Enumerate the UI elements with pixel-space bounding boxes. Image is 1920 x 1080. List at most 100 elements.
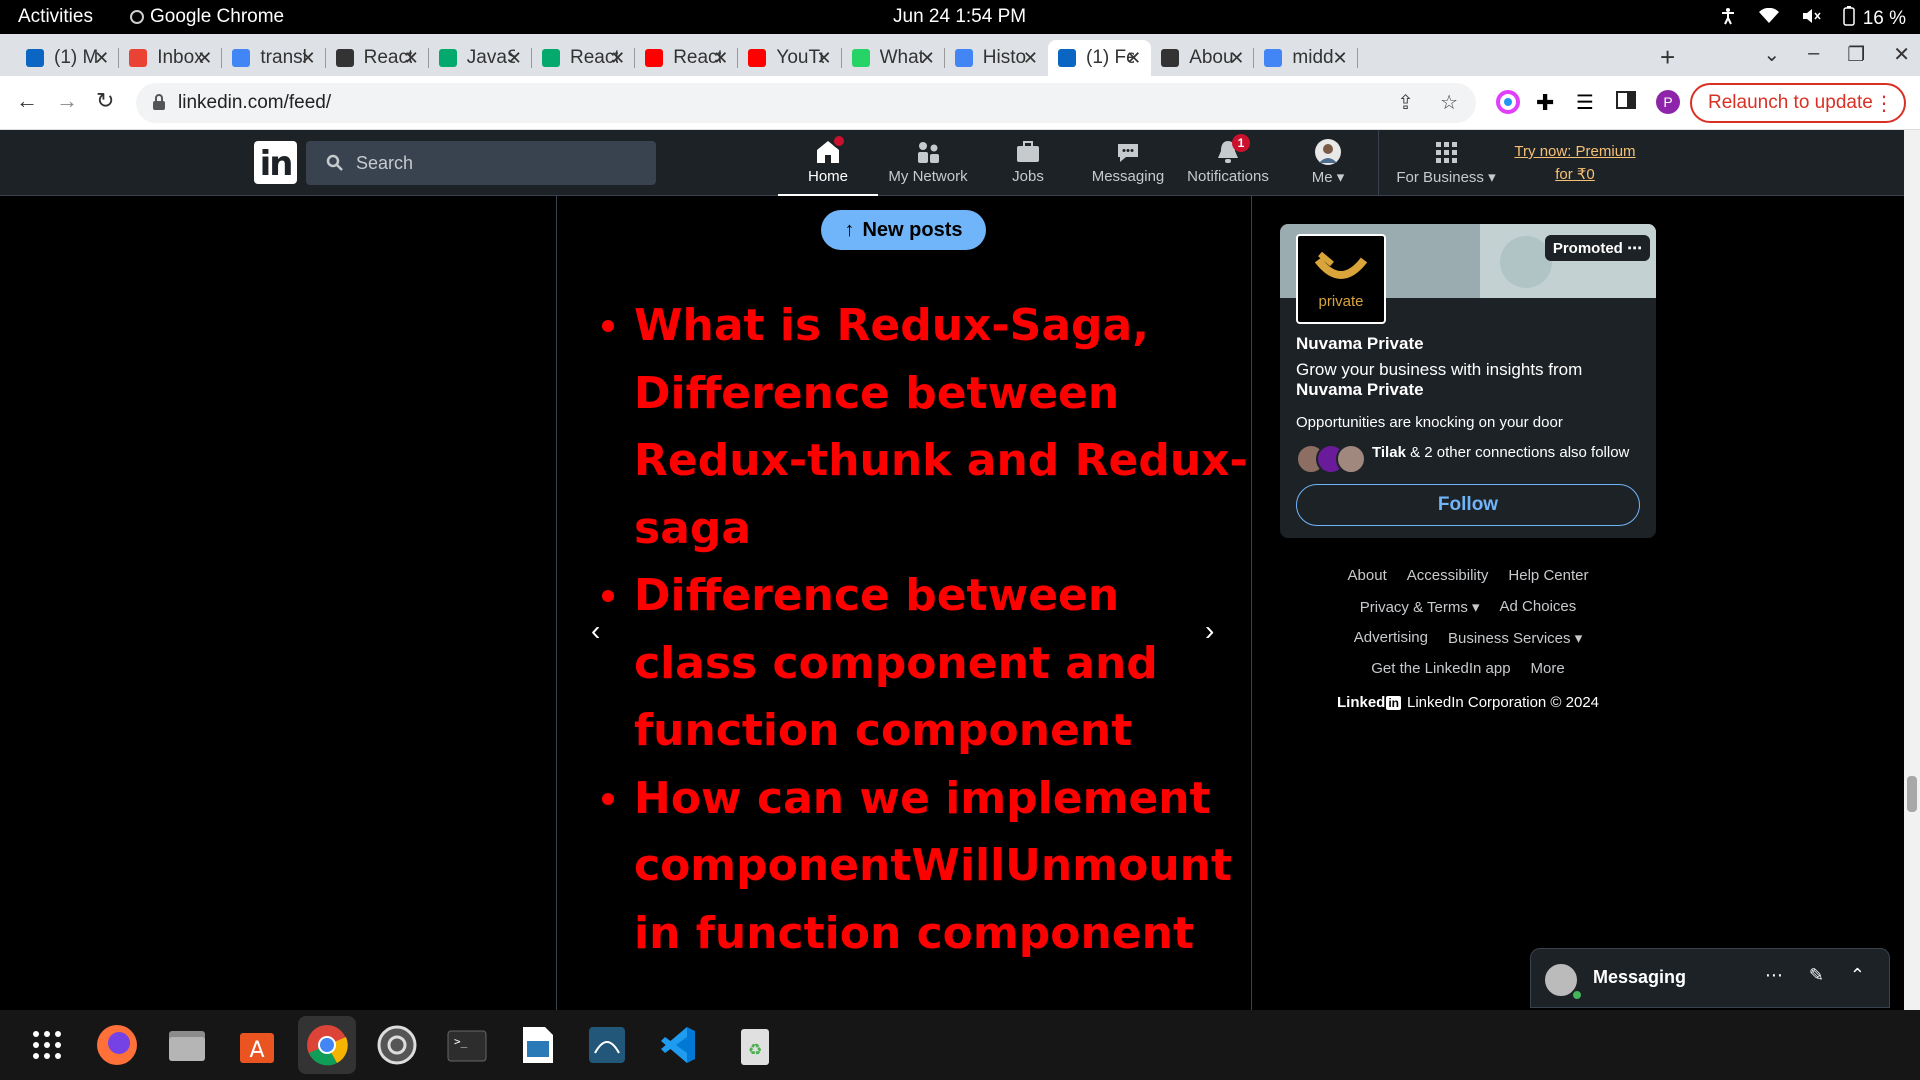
linkedin-logo[interactable]: in (254, 141, 297, 184)
page-scrollbar[interactable] (1904, 130, 1920, 1010)
clock[interactable]: Jun 24 1:54 PM (893, 6, 1026, 28)
footer-link-ad-choices[interactable]: Ad Choices (1500, 598, 1577, 615)
restore-button[interactable]: ❐ (1847, 42, 1865, 67)
tab-w3schools[interactable]: React ✕ (532, 40, 636, 76)
nav-for-business[interactable]: For Business ▾ (1386, 130, 1506, 196)
nav-messaging[interactable]: Messaging (1078, 130, 1178, 196)
files-icon[interactable] (158, 1016, 216, 1074)
footer-link-accessibility[interactable]: Accessibility (1407, 567, 1489, 584)
back-icon[interactable]: ← (16, 88, 38, 114)
tab-close-icon[interactable]: ✕ (1229, 48, 1244, 69)
tab-history[interactable]: Histo ✕ (945, 40, 1048, 76)
tab-close-icon[interactable]: ✕ (713, 48, 728, 69)
tab-close-icon[interactable]: ✕ (816, 48, 831, 69)
minimize-button[interactable]: – (1808, 42, 1819, 67)
ad-company-name[interactable]: Nuvama Private (1296, 334, 1424, 354)
browser-toolbar: ← → ↻ linkedin.com/feed/ ⇪ ☆ ✚ ☰ P Relau… (0, 76, 1920, 130)
compose-icon[interactable]: ✎ (1809, 965, 1824, 986)
activities-button[interactable]: Activities (18, 6, 93, 28)
address-bar[interactable]: linkedin.com/feed/ ⇪ ☆ (136, 83, 1476, 123)
tab-close-icon[interactable]: ✕ (1332, 48, 1347, 69)
tab-openai[interactable]: React ✕ (326, 40, 429, 76)
tab-close-icon[interactable]: ✕ (197, 48, 212, 69)
footer-link-advertising[interactable]: Advertising (1354, 629, 1428, 646)
share-icon[interactable]: ⇪ (1397, 90, 1414, 115)
close-window-button[interactable]: ✕ (1893, 42, 1910, 67)
tab-w3schools[interactable]: JavaS ✕ (429, 40, 532, 76)
search-input[interactable]: Search (306, 141, 656, 185)
tab-close-icon[interactable]: ✕ (507, 48, 522, 69)
tab-close-icon[interactable]: ✕ (610, 48, 625, 69)
tab-youtube[interactable]: React ✕ (635, 40, 739, 76)
chevron-up-icon[interactable]: ⌃ (1850, 965, 1865, 986)
tab-linkedin[interactable]: (1) M ✕ (16, 40, 120, 76)
forward-icon[interactable]: → (56, 88, 78, 114)
tab-close-icon[interactable]: ✕ (1023, 48, 1038, 69)
more-options-icon[interactable]: ⋯ (1627, 240, 1642, 257)
footer-link-privacy-terms[interactable]: Privacy & Terms ▾ (1360, 598, 1480, 616)
tab-close-icon[interactable]: ✕ (300, 48, 315, 69)
lock-icon[interactable] (152, 93, 166, 111)
nav-me[interactable]: Me ▾ (1278, 130, 1378, 196)
volume-muted-icon[interactable] (1801, 8, 1821, 30)
mysql-workbench-icon[interactable] (578, 1016, 636, 1074)
firefox-icon[interactable] (88, 1016, 146, 1074)
chrome-menu-icon[interactable]: ⋮ (1874, 91, 1894, 116)
messaging-overlay[interactable]: Messaging ⋯ ✎ ⌃ (1530, 948, 1890, 1008)
tab-whatsapp[interactable]: What ✕ (842, 40, 945, 76)
show-apps-icon[interactable] (18, 1016, 76, 1074)
battery-icon[interactable] (1842, 6, 1855, 32)
nav-notifications[interactable]: 1 Notifications (1178, 130, 1278, 196)
reading-list-icon[interactable]: ☰ (1576, 90, 1600, 114)
tab-youtube[interactable]: YouTu✕ (738, 40, 842, 76)
terminal-icon[interactable]: >_ (438, 1016, 496, 1074)
bookmark-star-icon[interactable]: ☆ (1440, 90, 1458, 115)
reload-icon[interactable]: ↻ (96, 88, 114, 114)
footer-link-about[interactable]: About (1348, 567, 1387, 584)
settings-gear-icon[interactable] (368, 1016, 426, 1074)
tab-close-icon[interactable]: ✕ (920, 48, 935, 69)
app-center-icon[interactable]: A (228, 1016, 286, 1074)
nav-home[interactable]: Home (778, 130, 878, 196)
app-menu[interactable]: Google Chrome (130, 6, 284, 28)
accessibility-icon[interactable] (1719, 7, 1737, 31)
wifi-icon[interactable] (1758, 7, 1779, 30)
footer-link-get-app[interactable]: Get the LinkedIn app (1371, 660, 1510, 677)
tab-location-pin[interactable]: Abou ✕ (1151, 40, 1255, 76)
relaunch-to-update-button[interactable]: Relaunch to update ⋮ (1690, 83, 1906, 123)
messaging-title[interactable]: Messaging (1593, 967, 1686, 988)
footer-link-more[interactable]: More (1531, 660, 1565, 677)
profile-avatar[interactable]: P (1656, 90, 1680, 114)
color-extension-icon[interactable] (1496, 90, 1520, 114)
more-options-icon[interactable]: ⋯ (1765, 965, 1783, 986)
tab-close-icon[interactable]: ✕ (1126, 48, 1141, 69)
new-tab-button[interactable]: + (1660, 42, 1675, 73)
new-posts-button[interactable]: ↑ New posts (821, 210, 986, 250)
nav-jobs[interactable]: Jobs (978, 130, 1078, 196)
chrome-icon[interactable] (298, 1016, 356, 1074)
tab-google[interactable]: midd ✕ (1254, 40, 1358, 76)
footer-link-help-center[interactable]: Help Center (1508, 567, 1588, 584)
carousel-prev-button[interactable]: ‹ (591, 615, 600, 647)
extensions-puzzle-icon[interactable]: ✚ (1536, 90, 1560, 115)
tab-linkedin[interactable]: (1) Fe ✕ (1048, 40, 1152, 76)
follow-button[interactable]: Follow (1296, 484, 1640, 526)
tab-close-icon[interactable]: ✕ (94, 48, 109, 69)
company-logo[interactable]: private (1296, 234, 1386, 324)
scrollbar-thumb[interactable] (1907, 776, 1917, 812)
tab-search-icon[interactable]: ⌄ (1763, 42, 1780, 67)
libreoffice-writer-icon[interactable] (508, 1016, 566, 1074)
nav-my-network[interactable]: My Network (878, 130, 978, 196)
tab-google[interactable]: transl ✕ (222, 40, 326, 76)
tab-gmail[interactable]: Inbox ✕ (119, 40, 223, 76)
vscode-icon[interactable] (648, 1016, 706, 1074)
side-panel-icon[interactable] (1616, 90, 1640, 114)
trash-icon[interactable]: ♻ (726, 1016, 784, 1074)
try-premium-link[interactable]: Try now: Premium for ₹0 (1510, 140, 1640, 186)
tab-close-icon[interactable]: ✕ (404, 48, 419, 69)
promoted-badge[interactable]: Promoted ⋯ (1544, 235, 1650, 261)
carousel-next-button[interactable]: › (1205, 615, 1214, 647)
footer-link-business-services[interactable]: Business Services ▾ (1448, 629, 1582, 647)
url-text[interactable]: linkedin.com/feed/ (178, 92, 331, 114)
system-tray[interactable]: 16 % (1719, 6, 1906, 32)
